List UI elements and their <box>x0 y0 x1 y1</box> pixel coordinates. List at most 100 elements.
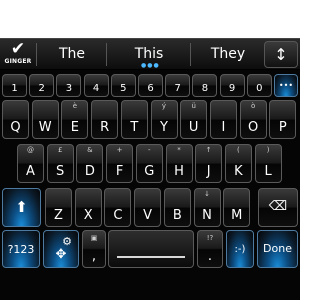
key-a-alt-label: @ <box>27 146 34 154</box>
key-o[interactable]: òO <box>239 100 267 139</box>
key-m[interactable]: M <box>223 188 251 227</box>
key-s-alt-label: £ <box>57 146 63 154</box>
key-7-label: 7 <box>174 83 181 94</box>
key-c-label: C <box>113 208 123 223</box>
key-i[interactable]: I <box>209 100 237 139</box>
key-a-label: A <box>26 164 35 179</box>
divider <box>106 43 107 66</box>
key-u-alt-label: ü <box>191 102 196 110</box>
key-v-label: V <box>143 208 153 223</box>
key-3-label: 3 <box>65 83 73 94</box>
key-c[interactable]: C <box>104 188 132 227</box>
key-p[interactable]: P <box>269 100 297 139</box>
key-g-alt-label: - <box>148 146 151 154</box>
key-h-alt-label: * <box>177 146 181 154</box>
divider <box>190 43 191 66</box>
key-n-label: N <box>202 208 212 223</box>
key-2-label: 2 <box>38 83 45 94</box>
key-3[interactable]: 3 <box>56 74 82 97</box>
key-w[interactable]: W <box>31 100 59 139</box>
more-dots-icon: ••• <box>278 81 294 90</box>
key-d-label: D <box>84 164 95 179</box>
key-9-label: 9 <box>228 83 236 94</box>
key-j-alt-label: ↑ <box>205 146 212 154</box>
key-0-label: 0 <box>256 83 263 94</box>
comma-key[interactable]: ▣ , <box>82 230 106 268</box>
key-4-label: 4 <box>92 83 100 94</box>
ginger-button[interactable]: ✔ GINGER <box>2 40 34 69</box>
suggestion-1[interactable]: The <box>40 39 104 70</box>
key-f-label: F <box>115 164 124 179</box>
suggestion-3[interactable]: They <box>194 39 262 70</box>
key-x[interactable]: X <box>74 188 102 227</box>
checkmark-icon: ✔ <box>10 39 26 59</box>
key-s-label: S <box>56 164 65 179</box>
key-u[interactable]: üU <box>180 100 208 139</box>
clipboard-icon: ▣ <box>90 234 98 242</box>
key-w-label: W <box>38 120 52 135</box>
shift-key[interactable]: ⬆ <box>2 188 41 227</box>
key-e[interactable]: èE <box>61 100 89 139</box>
key-b[interactable]: B <box>163 188 191 227</box>
space-bar-indicator <box>117 256 185 258</box>
period-key[interactable]: !? . <box>197 230 223 268</box>
done-key[interactable]: Done <box>257 230 298 268</box>
key-z[interactable]: Z <box>45 188 72 227</box>
key-g[interactable]: -G <box>135 144 163 183</box>
key-y-label: Y <box>160 120 168 135</box>
move-arrows-icon: ✥ <box>55 247 67 262</box>
key-k[interactable]: (K <box>224 144 252 183</box>
smiley-key[interactable]: :-) <box>226 230 254 268</box>
more-suggestions-dots: ●●● <box>141 62 160 69</box>
key-j[interactable]: ↑ J <box>195 144 223 183</box>
key-5-label: 5 <box>120 83 127 94</box>
key-q[interactable]: Q <box>2 100 29 139</box>
key-d-alt-label: & <box>87 146 93 154</box>
key-m-label: M <box>231 208 243 223</box>
key-2[interactable]: 2 <box>29 74 55 97</box>
key-g-label: G <box>144 164 155 179</box>
symbols-key[interactable]: ?123 <box>2 230 40 268</box>
key-r[interactable]: R <box>91 100 119 139</box>
shift-arrow-icon: ⬆ <box>15 198 28 216</box>
key-5[interactable]: 5 <box>110 74 136 97</box>
up-down-arrow-icon[interactable]: ↕ <box>264 41 298 68</box>
key-9[interactable]: 9 <box>219 74 245 97</box>
comma-label: , <box>91 249 97 264</box>
key-z-label: Z <box>54 208 63 223</box>
key-t-label: T <box>130 120 139 135</box>
key-7[interactable]: 7 <box>165 74 191 97</box>
key-y[interactable]: ýY <box>150 100 178 139</box>
key-6[interactable]: 6 <box>138 74 163 97</box>
backspace-key[interactable]: ⌫ <box>258 188 298 227</box>
key-4[interactable]: 4 <box>83 74 109 97</box>
key-v[interactable]: V <box>134 188 162 227</box>
settings-key[interactable]: ⚙ ✥ <box>43 230 79 268</box>
key-a[interactable]: @ A <box>17 144 44 183</box>
key-t[interactable]: T <box>120 100 148 139</box>
period-label: . <box>207 249 213 264</box>
key-k-label: K <box>234 164 243 179</box>
key-1-label: 1 <box>11 83 18 94</box>
key-1[interactable]: 1 <box>2 74 27 97</box>
key-y-alt-label: ý <box>161 102 167 110</box>
key-p-label: P <box>278 120 287 135</box>
key-i-label: I <box>221 120 226 135</box>
key-l-alt-label: ) <box>266 146 270 154</box>
period-alt-label: !? <box>206 234 214 242</box>
key-k-alt-label: ( <box>237 146 240 154</box>
key-l[interactable]: ) L <box>254 144 282 183</box>
more-keys-button[interactable]: ••• <box>274 74 298 97</box>
key-r-label: R <box>100 120 110 135</box>
space-key[interactable] <box>108 230 194 268</box>
key-8[interactable]: 8 <box>192 74 218 97</box>
key-h[interactable]: * H <box>165 144 193 183</box>
key-n[interactable]: ↓ N <box>193 188 221 227</box>
key-u-label: U <box>188 120 199 135</box>
key-s[interactable]: £ S <box>46 144 74 183</box>
key-f[interactable]: + F <box>106 144 134 183</box>
key-d[interactable]: & D <box>76 144 104 183</box>
key-o-alt-label: ò <box>250 102 256 110</box>
key-0[interactable]: 0 <box>246 74 272 97</box>
key-b-label: B <box>172 208 182 223</box>
